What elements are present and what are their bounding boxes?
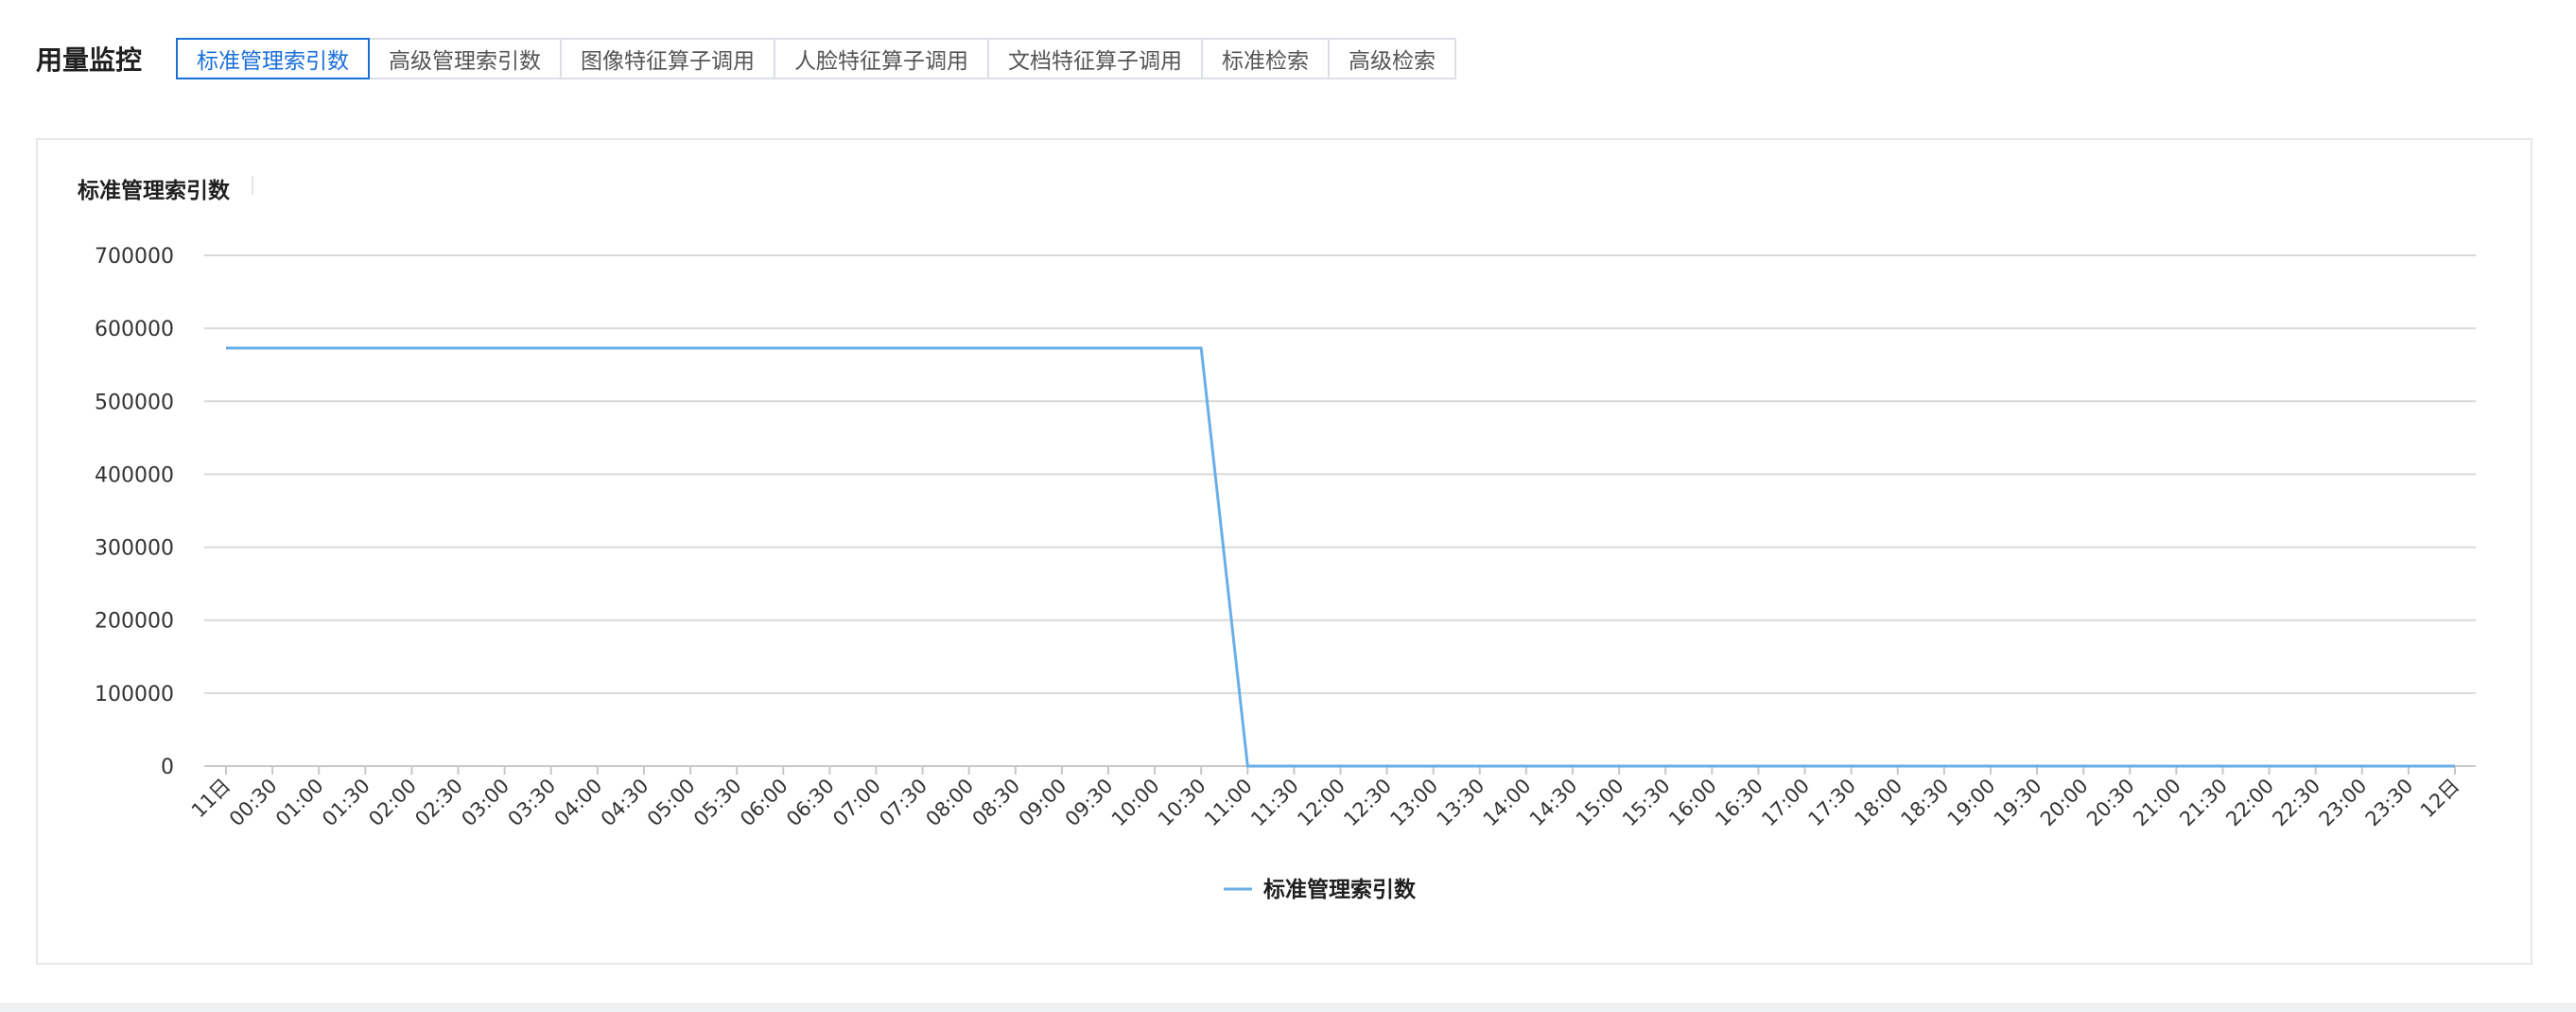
x-tick-label: 11:00 <box>1200 775 1257 831</box>
x-tick-label: 19:00 <box>1943 775 2000 831</box>
x-tick-label: 21:30 <box>2175 775 2232 831</box>
x-tick-label: 02:00 <box>364 775 421 831</box>
x-tick-label: 06:00 <box>736 775 792 831</box>
x-tick-label: 12:30 <box>1339 775 1396 831</box>
tab-standard-index[interactable]: 标准管理索引数 <box>176 38 371 79</box>
x-tick-label: 23:00 <box>2315 775 2372 831</box>
series-line <box>226 346 2455 768</box>
x-tick-label: 22:00 <box>2221 775 2278 831</box>
chart-title: 标准管理索引数 <box>78 179 230 203</box>
x-tick-label: 15:30 <box>1618 775 1675 831</box>
x-tick-label: 10:00 <box>1107 775 1164 831</box>
x-tick-label: 08:30 <box>968 775 1025 831</box>
x-tick-label: 22:30 <box>2268 775 2324 831</box>
x-tick-label: 13:00 <box>1385 775 1442 831</box>
x-tick-label: 12:00 <box>1293 775 1349 831</box>
y-tick-label: 0 <box>161 756 174 779</box>
x-tick-label: 08:00 <box>921 775 978 831</box>
y-tick-label: 200000 <box>95 610 174 634</box>
y-tick-label: 300000 <box>95 537 174 561</box>
x-tick-label: 03:30 <box>503 775 560 831</box>
x-tick-label: 01:00 <box>271 775 328 831</box>
tab-face-feature-calls[interactable]: 人脸特征算子调用 <box>774 38 990 79</box>
page: 用量监控 标准管理索引数 高级管理索引数 图像特征算子调用 人脸特征算子调用 文… <box>0 0 2576 1003</box>
x-tick-label: 04:00 <box>550 775 607 831</box>
x-tick-label: 07:30 <box>875 775 931 831</box>
header: 用量监控 标准管理索引数 高级管理索引数 图像特征算子调用 人脸特征算子调用 文… <box>36 38 1457 79</box>
x-tick-label: 10:30 <box>1154 775 1210 831</box>
x-tick-label: 12日 <box>2416 775 2464 823</box>
tab-document-feature-calls[interactable]: 文档特征算子调用 <box>987 38 1204 79</box>
x-tick-label: 09:30 <box>1061 775 1118 831</box>
x-tick-label: 00:30 <box>225 775 282 831</box>
tab-image-feature-calls[interactable]: 图像特征算子调用 <box>560 38 776 79</box>
y-tick-label: 600000 <box>95 318 174 341</box>
tab-bar: 标准管理索引数 高级管理索引数 图像特征算子调用 人脸特征算子调用 文档特征算子… <box>176 38 1457 79</box>
x-tick-label: 20:30 <box>2082 775 2139 831</box>
x-tick-label: 20:00 <box>2036 775 2093 831</box>
title-divider <box>252 176 253 195</box>
x-tick-label: 05:30 <box>689 775 746 831</box>
y-tick-label: 500000 <box>95 391 174 414</box>
x-tick-label: 16:00 <box>1664 775 1721 831</box>
x-tick-label: 23:30 <box>2361 775 2418 831</box>
x-tick-label: 16:30 <box>1711 775 1767 831</box>
y-tick-label: 700000 <box>95 245 174 269</box>
x-tick-label: 18:30 <box>1897 775 1954 831</box>
y-tick-label: 400000 <box>95 463 174 487</box>
x-tick-label: 06:30 <box>782 775 839 831</box>
x-tick-label: 11:30 <box>1246 775 1303 831</box>
page-title: 用量监控 <box>36 44 143 76</box>
x-tick-label: 14:30 <box>1525 775 1582 831</box>
x-tick-label: 21:00 <box>2129 775 2185 831</box>
x-tick-label: 13:30 <box>1433 775 1489 831</box>
x-tick-label: 17:30 <box>1803 775 1860 831</box>
x-tick-label: 18:00 <box>1851 775 1907 831</box>
x-tick-label: 05:00 <box>643 775 700 831</box>
tab-advanced-index[interactable]: 高级管理索引数 <box>368 38 563 79</box>
x-tick-label: 03:00 <box>457 775 513 831</box>
chart-panel: 0 100000 200000 300000 400000 500000 600000 700… <box>36 138 2532 965</box>
usage-line-chart: 0 100000 200000 300000 400000 500000 600000 700… <box>95 245 2476 902</box>
tab-standard-search[interactable]: 标准检索 <box>1201 38 1331 79</box>
x-tick-label: 07:00 <box>828 775 885 831</box>
x-tick-label: 02:30 <box>410 775 467 831</box>
x-tick-label: 01:30 <box>318 775 374 831</box>
x-tick-label: 04:30 <box>597 775 653 831</box>
tab-advanced-search[interactable]: 高级检索 <box>1328 38 1457 79</box>
y-tick-label: 100000 <box>95 683 174 707</box>
legend-label: 标准管理索引数 <box>1263 877 1417 902</box>
x-tick-label: 09:00 <box>1015 775 1071 831</box>
x-tick-label: 19:30 <box>1990 775 2046 831</box>
x-tick-label: 14:00 <box>1479 775 1536 831</box>
x-tick-label: 15:00 <box>1572 775 1628 831</box>
x-tick-label: 17:00 <box>1757 775 1814 831</box>
